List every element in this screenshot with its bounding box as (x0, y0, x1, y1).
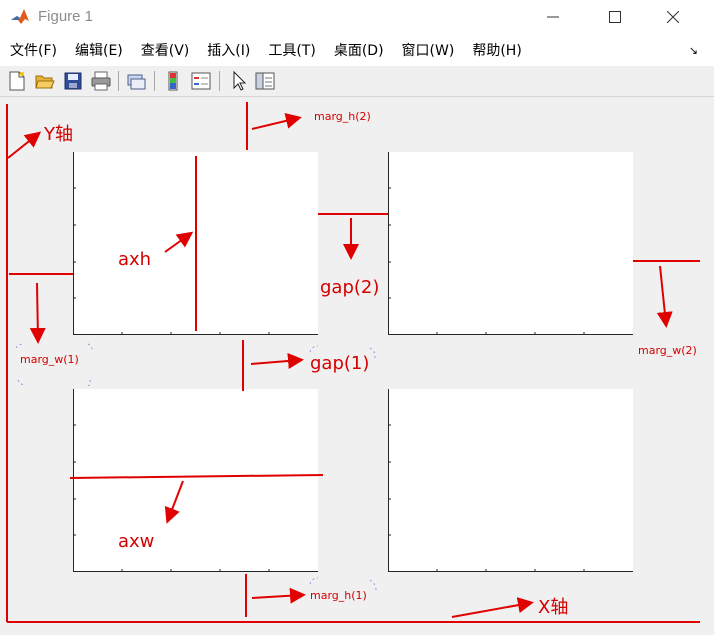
axh-label: axh (118, 249, 152, 270)
menu-desktop[interactable]: 桌面(D) (324, 40, 392, 60)
colorbar-icon[interactable] (162, 70, 184, 92)
marg-w1-label: marg_w(1) (20, 353, 79, 366)
window-title: Figure 1 (38, 8, 94, 25)
axes-top-left[interactable] (73, 152, 318, 335)
minimize-button[interactable] (530, 0, 576, 34)
dock-figure-icon[interactable]: ↘ (689, 44, 698, 57)
marg-h1-label: marg_h(1) (310, 589, 367, 602)
marg-w2-label: marg_w(2) (638, 344, 697, 357)
property-editor-icon[interactable] (254, 70, 276, 92)
close-icon (667, 11, 679, 23)
gap1-label: gap(1) (310, 353, 370, 374)
title-bar: Figure 1 (0, 0, 714, 34)
save-icon[interactable] (62, 70, 84, 92)
axes-top-right[interactable] (388, 152, 633, 335)
toolbar-separator (219, 71, 220, 91)
menu-view[interactable]: 查看(V) (131, 40, 198, 60)
axes-bottom-right[interactable] (388, 389, 633, 572)
link-icon[interactable] (125, 70, 147, 92)
matlab-logo-icon (11, 9, 29, 24)
pointer-icon[interactable] (228, 70, 250, 92)
print-icon[interactable] (90, 70, 112, 92)
axw-label: axw (118, 531, 155, 552)
marg-h2-label: marg_h(2) (314, 110, 371, 123)
axes-bottom-left[interactable] (73, 389, 318, 572)
menu-bar: 文件(F) 编辑(E) 查看(V) 插入(I) 工具(T) 桌面(D) 窗口(W… (0, 34, 714, 66)
y-axis-label: Y轴 (44, 124, 73, 145)
open-file-icon[interactable] (34, 70, 56, 92)
legend-icon[interactable] (190, 70, 212, 92)
x-axis-label: X轴 (538, 597, 569, 618)
figure-toolbar (0, 66, 714, 97)
menu-tools[interactable]: 工具(T) (258, 40, 323, 60)
menu-help[interactable]: 帮助(H) (462, 40, 529, 60)
minimize-icon (547, 16, 559, 18)
maximize-button[interactable] (592, 0, 638, 34)
menu-file[interactable]: 文件(F) (0, 40, 65, 60)
menu-window[interactable]: 窗口(W) (392, 40, 463, 60)
close-button[interactable] (650, 0, 696, 34)
menu-insert[interactable]: 插入(I) (197, 40, 258, 60)
new-figure-icon[interactable] (6, 70, 28, 92)
menu-edit[interactable]: 编辑(E) (65, 40, 131, 60)
toolbar-separator (154, 71, 155, 91)
maximize-icon (609, 11, 621, 23)
toolbar-separator (118, 71, 119, 91)
gap2-label: gap(2) (320, 277, 380, 298)
